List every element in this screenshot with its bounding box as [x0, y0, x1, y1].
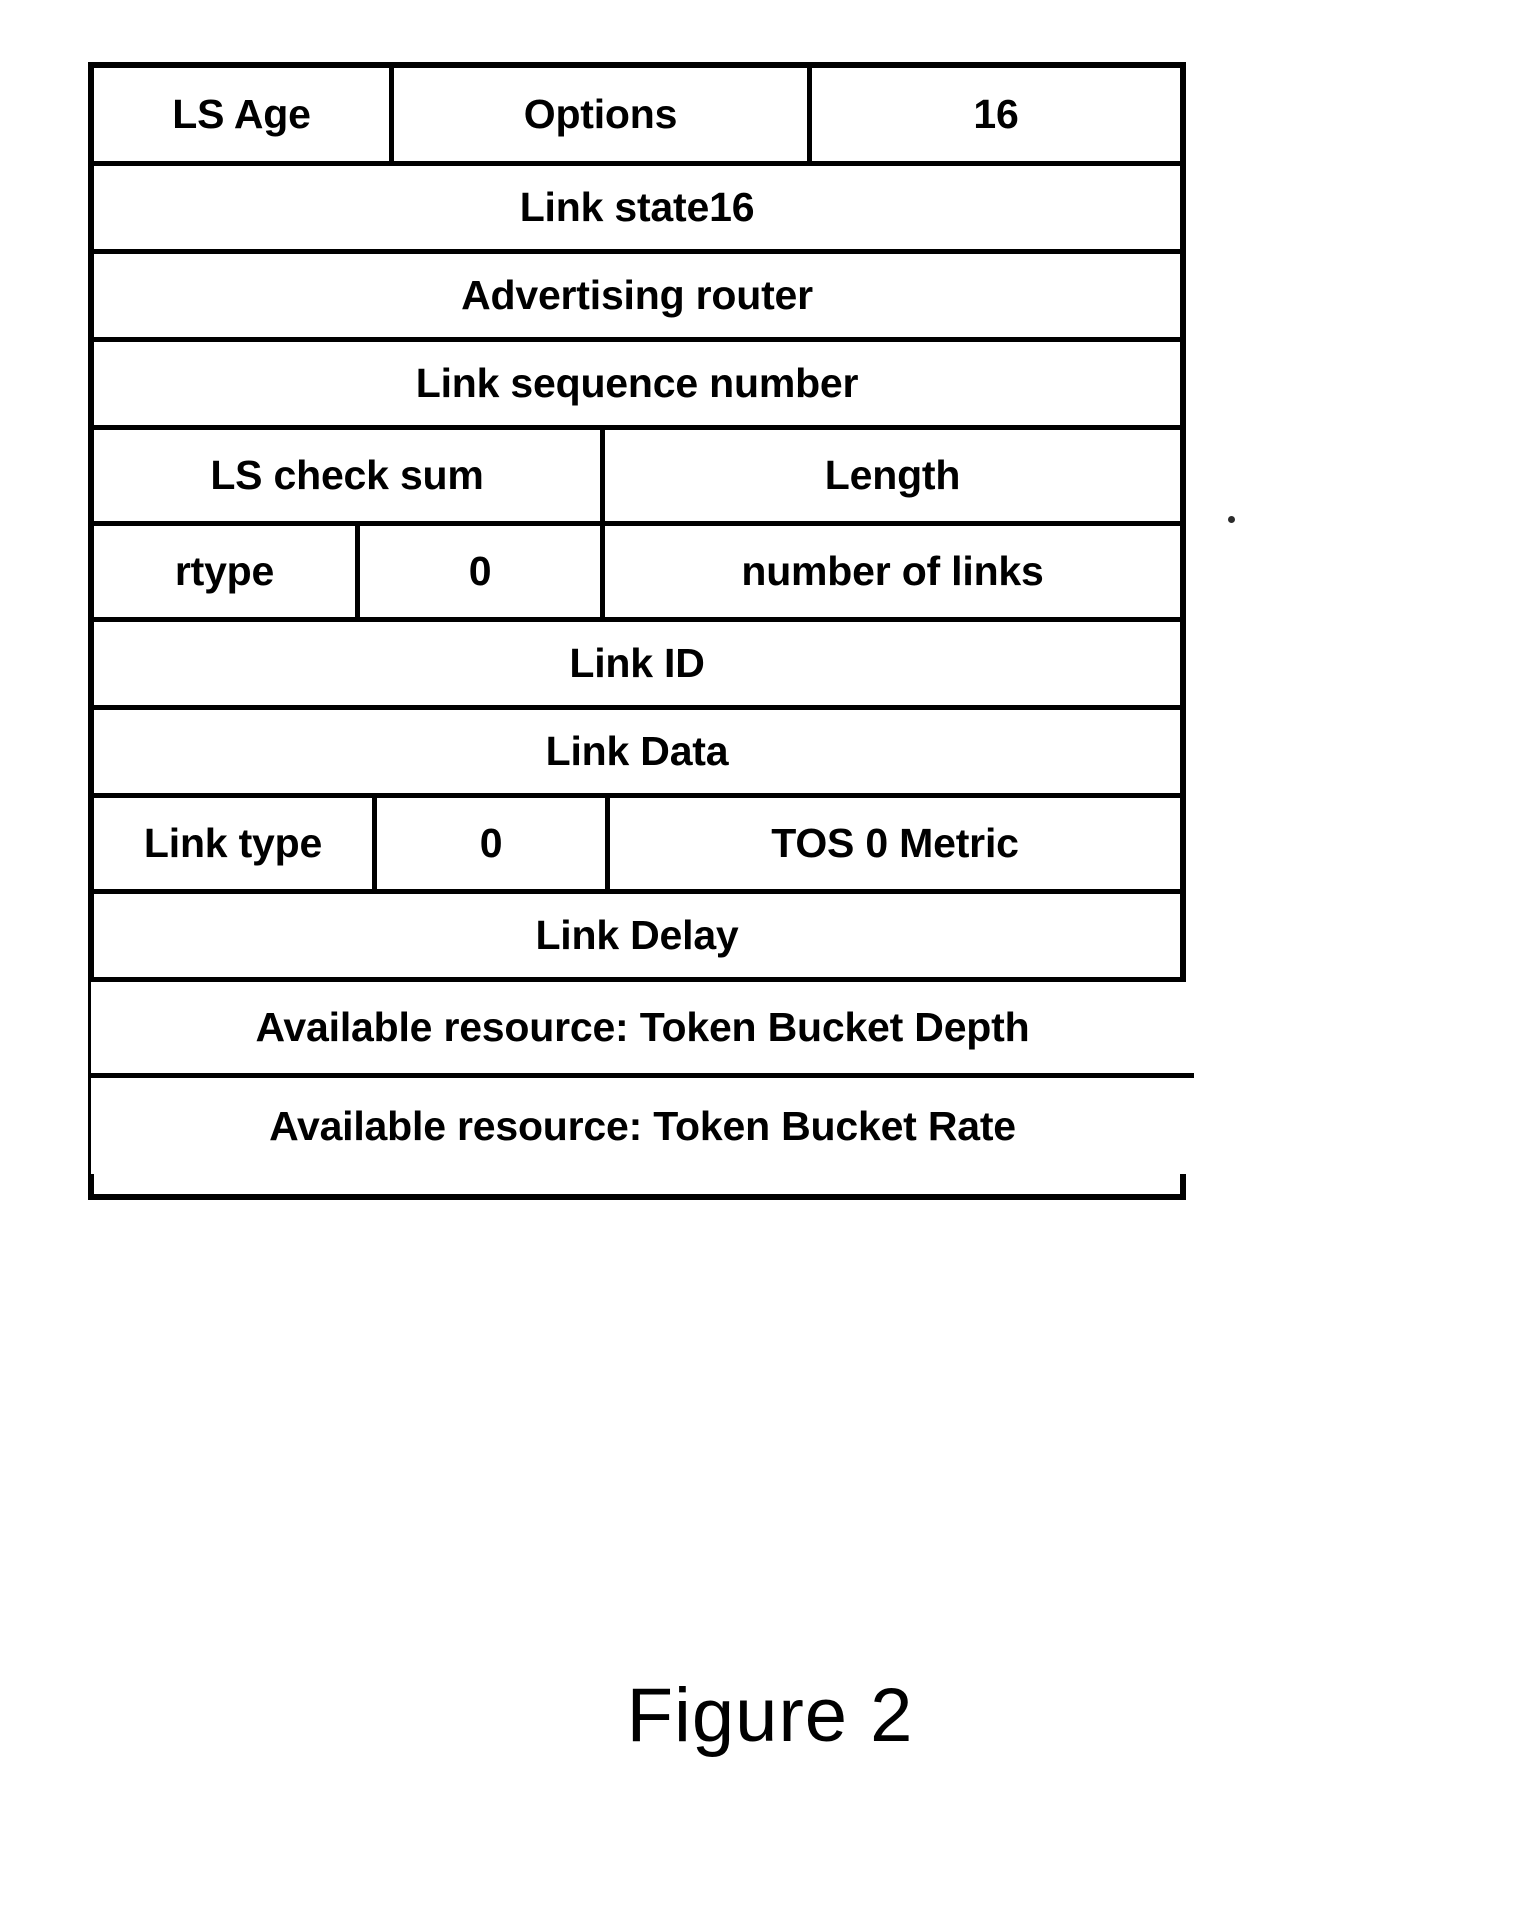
field-token-bucket-depth-label: Available resource: Token Bucket Depth: [255, 1004, 1030, 1050]
packet-row-link-id: Link ID: [94, 622, 1180, 710]
field-link-data: Link Data: [94, 710, 1180, 793]
field-link-type-zero: 0: [377, 798, 610, 889]
field-link-delay: Link Delay: [94, 894, 1180, 977]
field-link-type-label: Link type: [143, 820, 323, 866]
field-ls-check-sum: LS check sum: [94, 430, 605, 521]
field-length: Length: [605, 430, 1180, 521]
packet-row-token-bucket-rate: Available resource: Token Bucket Rate: [91, 1078, 1194, 1174]
field-link-type-zero-label: 0: [479, 820, 503, 866]
field-ls-age: LS Age: [94, 68, 394, 161]
packet-row-link-state: Link state16: [94, 166, 1180, 254]
field-tos-0-metric: TOS 0 Metric: [610, 798, 1180, 889]
field-link-sequence-number: Link sequence number: [94, 342, 1180, 425]
field-rtype-zero-label: 0: [468, 548, 492, 594]
packet-row-ls-age: LS Age Options 16: [94, 68, 1180, 166]
figure-caption: Figure 2: [626, 1673, 914, 1758]
field-number-of-links: number of links: [605, 526, 1180, 617]
field-length-16: 16: [812, 68, 1180, 161]
field-length-16-label: 16: [973, 91, 1019, 137]
field-rtype: rtype: [94, 526, 360, 617]
field-length-label: Length: [824, 452, 961, 498]
packet-row-link-type: Link type 0 TOS 0 Metric: [94, 798, 1180, 894]
field-token-bucket-rate-label: Available resource: Token Bucket Rate: [269, 1102, 1016, 1149]
field-token-bucket-depth: Available resource: Token Bucket Depth: [91, 982, 1194, 1073]
packet-row-link-delay: Link Delay: [94, 894, 1180, 982]
field-token-bucket-rate: Available resource: Token Bucket Rate: [91, 1078, 1194, 1174]
field-link-delay-label: Link Delay: [535, 912, 739, 958]
packet-row-ls-check-sum: LS check sum Length: [94, 430, 1180, 526]
scan-artifact-speck: [1228, 516, 1235, 523]
field-ls-check-sum-label: LS check sum: [210, 452, 484, 498]
field-link-sequence-number-label: Link sequence number: [415, 360, 859, 406]
packet-row-advertising-router: Advertising router: [94, 254, 1180, 342]
field-number-of-links-label: number of links: [741, 548, 1044, 594]
field-options: Options: [394, 68, 812, 161]
field-advertising-router: Advertising router: [94, 254, 1180, 337]
packet-format-diagram: LS Age Options 16 Link state16 Advertisi…: [88, 62, 1194, 1200]
field-link-state: Link state16: [94, 166, 1180, 249]
field-options-label: Options: [523, 91, 678, 137]
packet-row-token-bucket-depth: Available resource: Token Bucket Depth: [91, 982, 1194, 1078]
packet-row-link-sequence-number: Link sequence number: [94, 342, 1180, 430]
field-link-id: Link ID: [94, 622, 1180, 705]
field-link-type: Link type: [94, 798, 377, 889]
field-advertising-router-label: Advertising router: [461, 272, 813, 318]
field-rtype-label: rtype: [174, 548, 275, 594]
field-link-id-label: Link ID: [569, 640, 705, 686]
field-tos-0-metric-label: TOS 0 Metric: [771, 820, 1019, 866]
field-rtype-zero: 0: [360, 526, 605, 617]
packet-row-rtype: rtype 0 number of links: [94, 526, 1180, 622]
field-ls-age-label: LS Age: [172, 91, 311, 137]
field-link-data-label: Link Data: [545, 728, 729, 774]
packet-row-link-data: Link Data: [94, 710, 1180, 798]
field-link-state-label: Link state16: [519, 184, 755, 230]
